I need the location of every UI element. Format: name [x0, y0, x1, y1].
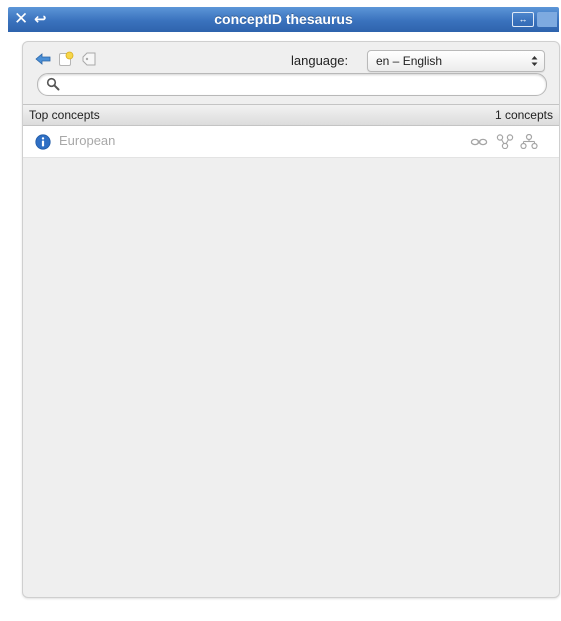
hierarchy-icon[interactable] [520, 134, 538, 149]
language-select[interactable]: en – English [367, 50, 545, 72]
concept-label[interactable]: European [59, 126, 115, 156]
language-label: language: [291, 53, 349, 68]
thesaurus-panel: language: en – English Top concepts 1 co… [22, 41, 560, 598]
flip-back-icon[interactable]: ↩ [34, 10, 47, 29]
tag-icon[interactable] [81, 51, 97, 67]
link-icon[interactable] [470, 134, 488, 149]
search-icon [46, 77, 60, 91]
search-input[interactable] [64, 75, 538, 94]
window-grip[interactable] [537, 12, 557, 27]
new-concept-icon[interactable] [58, 51, 74, 67]
list-header: Top concepts 1 concepts [23, 104, 559, 126]
app-window: ✕ ↩ conceptID thesaurus ↔ [8, 7, 559, 32]
tree-icon[interactable] [496, 134, 514, 149]
info-icon[interactable] [35, 134, 51, 150]
window-title: conceptID thesaurus [214, 11, 353, 27]
search-field[interactable] [37, 73, 547, 96]
toolbar: language: en – English [23, 42, 559, 104]
expand-icon[interactable]: ↔ [512, 12, 534, 27]
list-item[interactable]: European [23, 126, 559, 158]
language-select-value: en – English [376, 54, 443, 68]
title-bar: ✕ ↩ conceptID thesaurus ↔ [8, 7, 559, 32]
close-icon[interactable]: ✕ [14, 9, 28, 29]
back-arrow-icon[interactable] [35, 51, 51, 67]
list-header-title: Top concepts [29, 108, 100, 122]
concept-count: 1 concepts [494, 108, 553, 122]
